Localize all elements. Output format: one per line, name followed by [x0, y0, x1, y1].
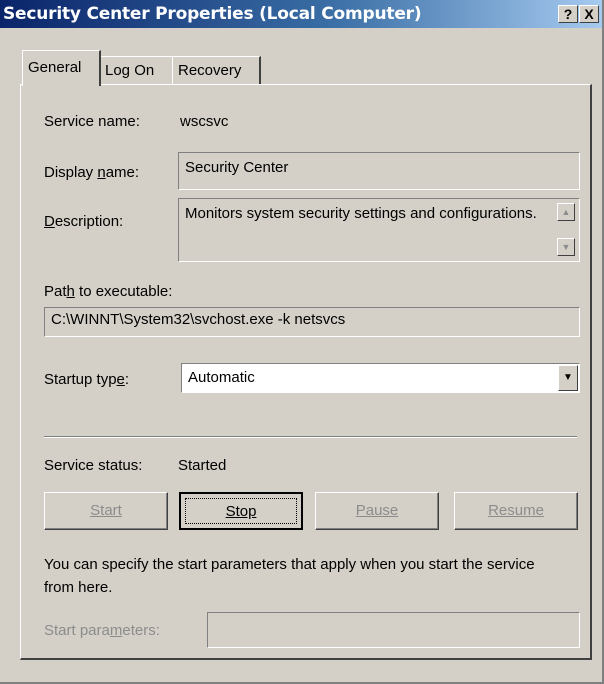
stop-button-label: Stop: [225, 503, 257, 520]
startup-type-select[interactable]: Automatic ▼: [181, 363, 580, 393]
tab-log-on[interactable]: Log On: [99, 56, 174, 84]
display-name-label: Display name:: [44, 164, 140, 181]
pause-button-label: Pause: [355, 502, 399, 519]
startup-type-label: Startup type:: [44, 371, 130, 388]
help-button[interactable]: ?: [558, 5, 578, 23]
description-field[interactable]: Monitors system security settings and co…: [178, 198, 580, 262]
service-status-label: Service status:: [44, 457, 143, 474]
service-status-value: Started: [178, 457, 227, 474]
tab-recovery-label: Recovery: [178, 62, 242, 79]
service-name-label: Service name:: [44, 113, 140, 130]
title-bar[interactable]: Security Center Properties (Local Comput…: [0, 0, 602, 28]
separator: [44, 436, 577, 438]
start-button-label: Start: [90, 502, 122, 519]
start-parameters-input[interactable]: [207, 612, 580, 648]
close-button[interactable]: X: [579, 5, 599, 23]
service-name-value: wscsvc: [180, 113, 229, 130]
start-button[interactable]: Start: [44, 492, 168, 530]
description-label: Description:: [44, 213, 124, 230]
path-field: C:\WINNT\System32\svchost.exe -k netsvcs: [44, 307, 580, 337]
resume-button-label: Resume: [488, 502, 544, 519]
properties-dialog: Security Center Properties (Local Comput…: [0, 0, 604, 684]
tab-recovery[interactable]: Recovery: [172, 56, 261, 84]
pause-button[interactable]: Pause: [315, 492, 439, 530]
scroll-down-icon[interactable]: ▼: [557, 238, 575, 256]
start-parameters-label: Start parameters:: [44, 622, 160, 639]
startup-type-value: Automatic: [188, 369, 255, 386]
description-value: Monitors system security settings and co…: [185, 205, 537, 222]
path-value: C:\WINNT\System32\svchost.exe -k netsvcs: [51, 311, 346, 328]
tab-general[interactable]: General: [22, 50, 101, 86]
window-title: Security Center Properties (Local Comput…: [3, 4, 422, 24]
resume-button[interactable]: Resume: [454, 492, 578, 530]
scroll-up-icon[interactable]: ▲: [557, 203, 575, 221]
display-name-value: Security Center: [185, 159, 289, 176]
path-label: Path to executable:: [44, 283, 173, 300]
tab-log-on-label: Log On: [105, 62, 155, 79]
start-parameters-help-text: You can specify the start parameters tha…: [44, 556, 535, 596]
chevron-down-icon[interactable]: ▼: [558, 365, 578, 391]
display-name-field[interactable]: Security Center: [178, 152, 580, 190]
stop-button[interactable]: Stop: [179, 492, 303, 530]
tab-general-label: General: [28, 59, 82, 76]
